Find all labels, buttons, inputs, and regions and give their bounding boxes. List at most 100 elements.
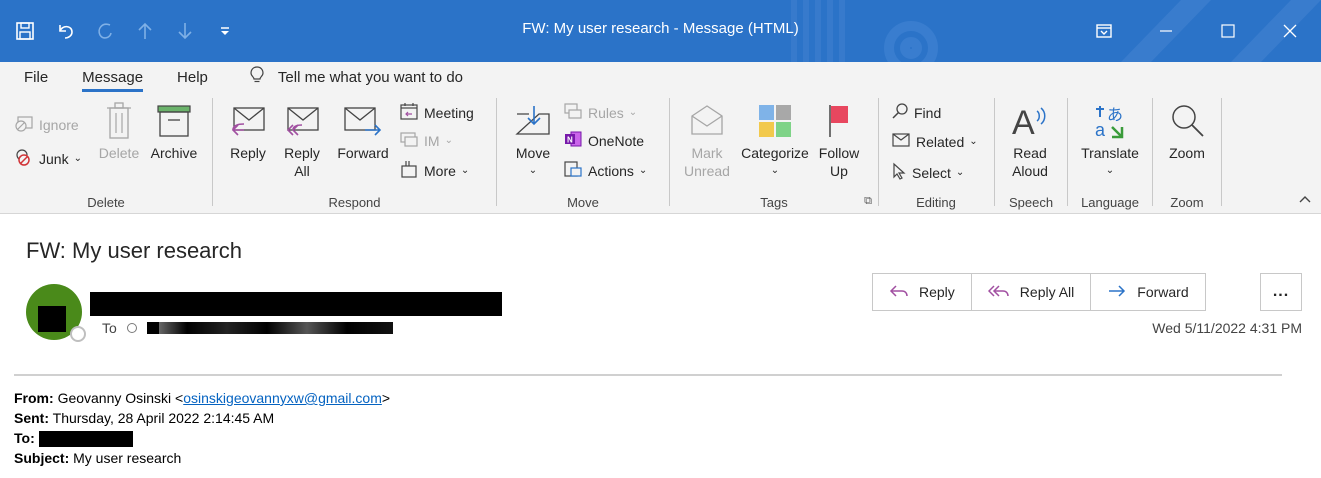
redacted-initials [38,306,66,332]
group-separator [1221,98,1222,206]
editing-group-label: Editing [916,195,956,210]
mark-unread-icon [688,100,726,142]
forwarded-header: From: Geovanny Osinski <osinskigeovannyx… [14,388,390,468]
from-label: From: [14,390,54,406]
archive-icon [156,100,192,142]
ribbon-display-options-icon[interactable] [1073,0,1135,62]
actions-button[interactable]: Actions ⌄ [563,160,647,181]
reply-button[interactable]: Reply [225,100,271,162]
reply-button[interactable]: Reply [873,274,972,310]
more-actions-button[interactable]: ... [1260,273,1302,311]
read-aloud-label-2: Aloud [1012,163,1048,179]
reply-all-label-2: All [294,163,310,179]
junk-button[interactable]: Junk ⌄ [14,148,82,169]
rules-button[interactable]: Rules ⌄ [563,102,637,123]
select-button[interactable]: Select ⌄ [891,162,964,183]
follow-up-button[interactable]: Follow Up [814,100,864,180]
sent-line: Sent: Thursday, 28 April 2022 2:14:45 AM [14,408,390,428]
close-icon[interactable] [1259,0,1321,62]
select-label: Select [912,164,951,181]
archive-button[interactable]: Archive [146,100,202,162]
related-button[interactable]: Related ⌄ [891,132,978,151]
rules-icon [563,102,583,123]
chevron-down-icon: ⌄ [444,135,453,146]
redacted-recipient[interactable] [146,322,393,334]
rules-label: Rules [588,104,624,121]
more-respond-icon [399,160,419,181]
window-controls [1073,0,1321,62]
tell-me-search[interactable]: Tell me what you want to do [250,66,463,88]
ignore-label: Ignore [39,116,79,133]
trash-icon [106,100,132,142]
from-line: From: Geovanny Osinski <osinskigeovannyx… [14,388,390,408]
im-icon [399,130,419,151]
speech-group: A Read Aloud Speech [995,92,1067,214]
chevron-down-icon: ⌄ [528,165,538,176]
chevron-down-icon: ⌄ [628,107,638,118]
svg-text:N: N [567,136,573,145]
archive-label: Archive [150,145,198,161]
actions-label: Actions [588,162,634,179]
mark-unread-button[interactable]: Mark Unread [680,100,734,180]
from-name: Geovanny Osinski < [57,390,184,406]
categorize-button[interactable]: Categorize ⌄ [736,100,814,180]
read-aloud-button[interactable]: A Read Aloud [1005,100,1055,180]
search-icon [891,102,909,123]
im-button[interactable]: IM ⌄ [399,130,453,151]
tab-message[interactable]: Message [82,69,143,92]
reply-all-button[interactable]: Reply All [972,274,1092,310]
reply-all-button[interactable]: Reply All [279,100,325,180]
reply-all-label-1: Reply [284,145,320,161]
onenote-icon: N [563,130,583,151]
respond-group: Reply Reply All Forward Meeting IM ⌄ Mor… [213,92,496,214]
forward-arrow-icon [1107,284,1127,301]
from-end: > [381,390,391,406]
zoom-button[interactable]: Zoom [1163,100,1211,162]
read-aloud-icon: A [1011,100,1049,142]
from-email-link[interactable]: osinskigeovannyxw@gmail.com [183,390,382,406]
tab-help[interactable]: Help [177,69,208,86]
ignore-button[interactable]: Ignore [14,114,79,135]
move-group: Move ⌄ Rules ⌄ N OneNote Actions ⌄ Move [497,92,669,214]
delete-label: Delete [98,145,140,161]
meeting-button[interactable]: Meeting [399,102,474,123]
maximize-icon[interactable] [1197,0,1259,62]
more-respond-button[interactable]: More ⌄ [399,160,469,181]
move-button[interactable]: Move ⌄ [511,100,555,180]
forward-label: Forward [1137,284,1189,300]
forward-button[interactable]: Forward [1091,274,1204,310]
subject-label: Subject: [14,450,70,466]
subject-value: My user research [73,450,182,466]
reply-icon [230,100,266,142]
recipients-line: To [102,320,393,336]
reply-all-label: Reply All [1019,284,1075,300]
collapse-ribbon-icon[interactable] [1299,191,1311,207]
tab-file[interactable]: File [24,69,48,86]
forward-button[interactable]: Forward [333,100,393,162]
translate-label: Translate [1081,145,1139,161]
reply-all-icon [284,100,320,142]
svg-text:あ: あ [1107,105,1123,124]
onenote-label: OneNote [588,132,645,149]
sent-value: Thursday, 28 April 2022 2:14:45 AM [52,410,275,426]
translate-button[interactable]: あa Translate ⌄ [1078,100,1142,180]
language-group-label: Language [1081,195,1139,210]
related-icon [891,132,911,151]
calendar-reply-icon [399,102,419,123]
to-line: To: [14,428,390,448]
im-label: IM [424,132,440,149]
message-actions: Reply Reply All Forward [872,273,1206,311]
language-group: あa Translate ⌄ Language [1068,92,1152,214]
find-button[interactable]: Find [891,102,941,123]
junk-icon [14,148,34,169]
subject-line: Subject: My user research [14,448,390,468]
zoom-label: Zoom [1169,145,1205,161]
zoom-group-label: Zoom [1170,195,1204,210]
onenote-button[interactable]: N OneNote [563,130,644,151]
follow-up-label-2: Up [830,163,848,179]
delete-button[interactable]: Delete [96,100,142,162]
read-aloud-label-1: Read [1013,145,1047,161]
minimize-icon[interactable] [1135,0,1197,62]
speech-group-label: Speech [1008,195,1054,210]
tags-group: Mark Unread Categorize ⌄ Follow Up ⧉ Tag… [670,92,878,214]
